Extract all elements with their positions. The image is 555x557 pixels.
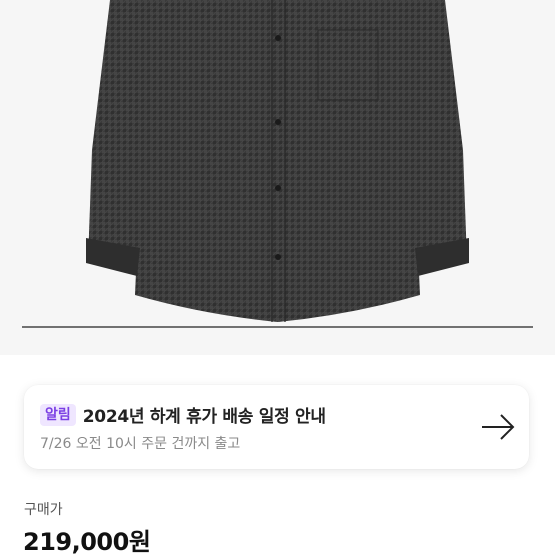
price-value: 219,000원 <box>23 528 151 556</box>
shirt-illustration <box>22 0 533 328</box>
price-label: 구매가 <box>24 502 63 518</box>
notice-title: 2024년 하계 휴가 배송 일정 안내 <box>82 407 326 427</box>
product-image[interactable] <box>0 0 555 355</box>
notice-title-row: 알림 2024년 하계 휴가 배송 일정 안내 <box>40 402 326 427</box>
notice-card[interactable]: 알림 2024년 하계 휴가 배송 일정 안내 7/26 오전 10시 주문 건… <box>24 385 529 469</box>
notice-subtitle: 7/26 오전 10시 주문 건까지 출고 <box>40 436 241 452</box>
notice-badge: 알림 <box>40 403 76 426</box>
arrow-right-icon[interactable] <box>479 410 517 444</box>
